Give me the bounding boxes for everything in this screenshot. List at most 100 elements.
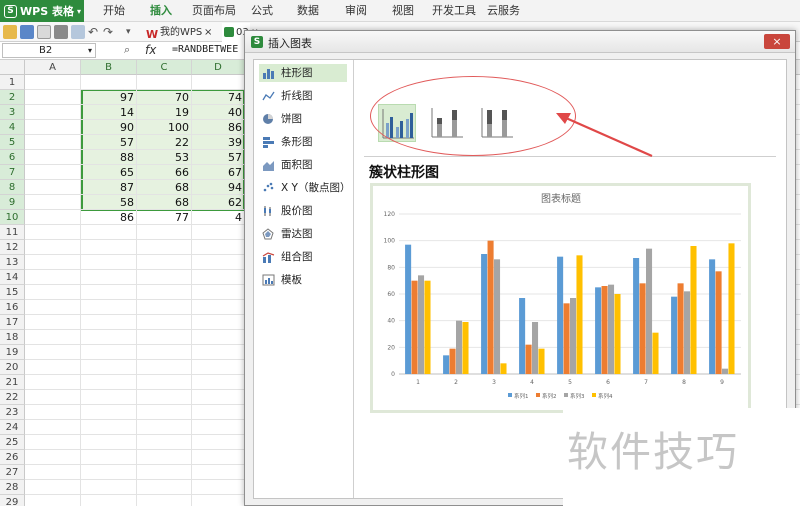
row-header-24[interactable]: 24 (0, 420, 25, 435)
cell-c7[interactable]: 66 (137, 165, 192, 180)
column-header-a[interactable]: A (25, 60, 81, 75)
row-header-17[interactable]: 17 (0, 315, 25, 330)
dialog-title-bar[interactable]: S 插入图表 × (245, 31, 795, 53)
cell-d9[interactable]: 62 (192, 195, 245, 210)
row-header-15[interactable]: 15 (0, 285, 25, 300)
function-icon[interactable]: fx (145, 43, 156, 57)
cell-c5[interactable]: 22 (137, 135, 192, 150)
print-icon[interactable] (54, 25, 68, 39)
chart-type-combo[interactable]: 组合图 (259, 248, 347, 266)
save-icon[interactable] (20, 25, 34, 39)
section-divider (364, 156, 776, 157)
cell-d10[interactable]: 4 (192, 210, 245, 225)
row-header-2[interactable]: 2 (0, 90, 25, 105)
cell-b10[interactable]: 86 (81, 210, 137, 225)
row-header-10[interactable]: 10 (0, 210, 25, 225)
row-header-7[interactable]: 7 (0, 165, 25, 180)
chart-type-line[interactable]: 折线图 (259, 87, 347, 105)
app-menu-button[interactable]: S WPS 表格 ▾ (0, 0, 84, 22)
cell-b7[interactable]: 65 (81, 165, 137, 180)
chart-type-stock[interactable]: 股价图 (259, 202, 347, 220)
cell-c4[interactable]: 100 (137, 120, 192, 135)
cell-d8[interactable]: 94 (192, 180, 245, 195)
cell-d3[interactable]: 40 (192, 105, 245, 120)
menu-review[interactable]: 审阅 (345, 0, 367, 22)
chart-type-area[interactable]: 面积图 (259, 156, 347, 174)
chart-type-scatter[interactable]: X Y（散点图） (259, 179, 350, 197)
chart-type-bar[interactable]: 条形图 (259, 133, 347, 151)
chart-type-pie[interactable]: 饼图 (259, 110, 347, 128)
row-header-12[interactable]: 12 (0, 240, 25, 255)
menu-view[interactable]: 视图 (392, 0, 414, 22)
row-header-4[interactable]: 4 (0, 120, 25, 135)
cell-c9[interactable]: 68 (137, 195, 192, 210)
cell-c6[interactable]: 53 (137, 150, 192, 165)
row-header-5[interactable]: 5 (0, 135, 25, 150)
column-header-b[interactable]: B (81, 60, 137, 75)
menu-data[interactable]: 数据 (297, 0, 319, 22)
row-header-19[interactable]: 19 (0, 345, 25, 360)
cell-d7[interactable]: 67 (192, 165, 245, 180)
row-header-16[interactable]: 16 (0, 300, 25, 315)
row-header-11[interactable]: 11 (0, 225, 25, 240)
cell-d4[interactable]: 86 (192, 120, 245, 135)
menu-insert[interactable]: 插入 (150, 0, 172, 22)
row-header-14[interactable]: 14 (0, 270, 25, 285)
cell-c2[interactable]: 70 (137, 90, 192, 105)
row-header-18[interactable]: 18 (0, 330, 25, 345)
chart-type-column[interactable]: 柱形图 (259, 64, 347, 82)
row-header-27[interactable]: 27 (0, 465, 25, 480)
column-header-d[interactable]: D (192, 60, 245, 75)
undo-icon[interactable]: ↶ (88, 25, 102, 39)
cell-b9[interactable]: 58 (81, 195, 137, 210)
export-pdf-icon[interactable] (37, 25, 51, 39)
cell-c3[interactable]: 19 (137, 105, 192, 120)
row-header-1[interactable]: 1 (0, 75, 25, 90)
row-header-20[interactable]: 20 (0, 360, 25, 375)
row-header-25[interactable]: 25 (0, 435, 25, 450)
menu-page-layout[interactable]: 页面布局 (192, 0, 236, 22)
tab-close-button[interactable]: × (204, 23, 218, 42)
x-tick-label: 7 (644, 379, 648, 386)
row-header-23[interactable]: 23 (0, 405, 25, 420)
row-header-13[interactable]: 13 (0, 255, 25, 270)
dialog-close-button[interactable]: × (764, 34, 790, 49)
menu-home[interactable]: 开始 (103, 0, 125, 22)
chart-type-radar[interactable]: 雷达图 (259, 225, 347, 243)
cell-d5[interactable]: 39 (192, 135, 245, 150)
row-header-3[interactable]: 3 (0, 105, 25, 120)
menu-cloud[interactable]: 云服务 (487, 0, 520, 22)
row-header-29[interactable]: 29 (0, 495, 25, 506)
row-header-21[interactable]: 21 (0, 375, 25, 390)
cell-b3[interactable]: 14 (81, 105, 137, 120)
row-header-8[interactable]: 8 (0, 180, 25, 195)
redo-icon[interactable]: ↷ (103, 25, 117, 39)
row-header-26[interactable]: 26 (0, 450, 25, 465)
cell-b2[interactable]: 97 (81, 90, 137, 105)
cell-b6[interactable]: 88 (81, 150, 137, 165)
row-header-9[interactable]: 9 (0, 195, 25, 210)
cell-d6[interactable]: 57 (192, 150, 245, 165)
cell-b5[interactable]: 57 (81, 135, 137, 150)
column-header-c[interactable]: C (137, 60, 192, 75)
row-header-6[interactable]: 6 (0, 150, 25, 165)
cell-b8[interactable]: 87 (81, 180, 137, 195)
open-folder-icon[interactable] (3, 25, 17, 39)
bar-series2-cat2 (449, 348, 456, 374)
cell-c8[interactable]: 68 (137, 180, 192, 195)
row-header-28[interactable]: 28 (0, 480, 25, 495)
menu-developer[interactable]: 开发工具 (432, 0, 476, 22)
menu-formula[interactable]: 公式 (251, 0, 273, 22)
formula-input[interactable]: =RANDBETWEE (172, 44, 238, 55)
cell-d2[interactable]: 74 (192, 90, 245, 105)
cell-b4[interactable]: 90 (81, 120, 137, 135)
cell-c10[interactable]: 77 (137, 210, 192, 225)
name-box-dropdown-icon[interactable]: ▾ (88, 44, 92, 57)
name-box[interactable]: B2 ▾ (2, 43, 96, 58)
select-all-corner[interactable] (0, 60, 25, 75)
zoom-search-icon[interactable]: ⌕ (124, 43, 130, 57)
chart-type-template[interactable]: 模板 (259, 271, 347, 289)
customize-dropdown-icon[interactable]: ▾ (126, 25, 140, 39)
row-header-22[interactable]: 22 (0, 390, 25, 405)
print-preview-icon[interactable] (71, 25, 85, 39)
